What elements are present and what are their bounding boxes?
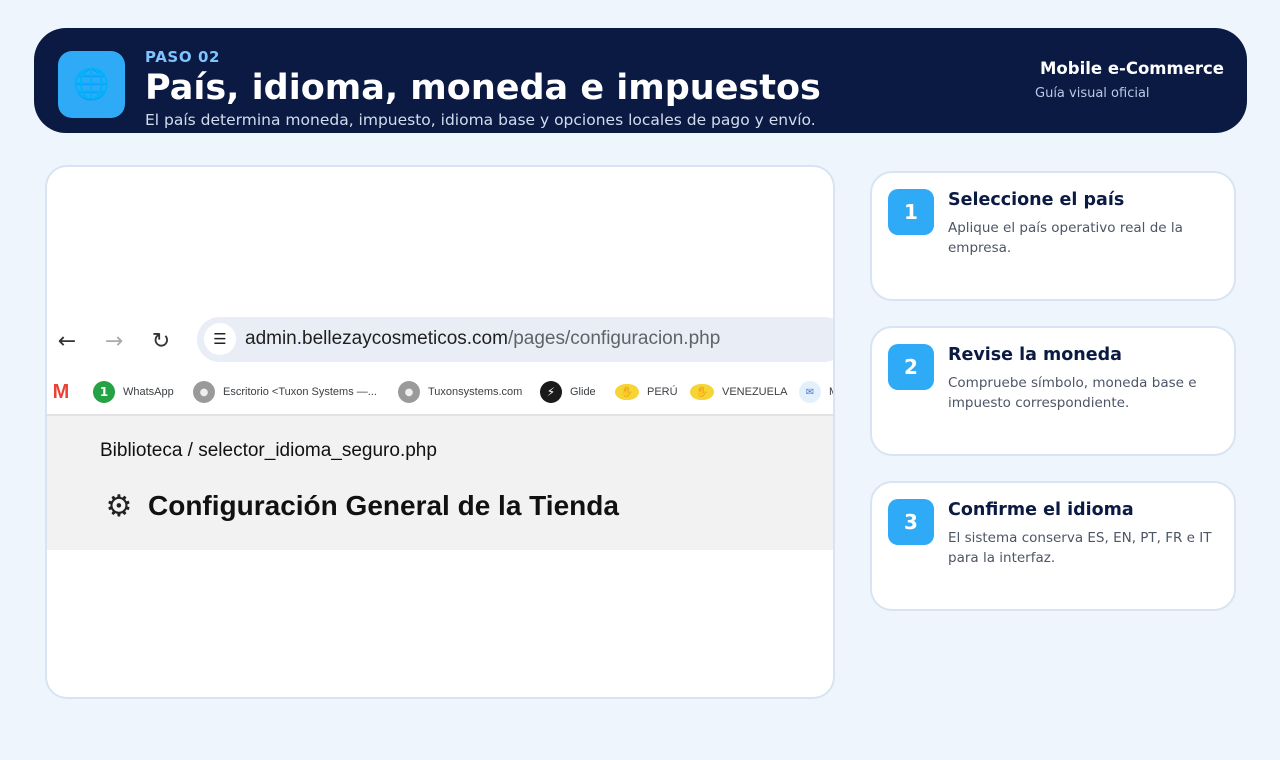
bookmark-label: Escritorio <Tuxon Systems —...	[223, 386, 377, 398]
url-domain: admin.bellezaycosmeticos.com	[245, 328, 508, 349]
bookmark-peru[interactable]: ✋ PERÚ	[615, 380, 678, 404]
back-arrow-icon[interactable]: ←	[54, 328, 80, 354]
step-label: PASO 02	[145, 48, 221, 66]
glide-icon: ⚡	[540, 381, 562, 403]
step-card-2: 2 Revise la moneda Compruebe símbolo, mo…	[870, 326, 1236, 456]
address-bar[interactable]: ☰ admin.bellezaycosmeticos.com/pages/con…	[197, 317, 833, 362]
step-title: Seleccione el país	[948, 190, 1125, 210]
step-number: 1	[888, 189, 934, 235]
reload-icon[interactable]: ↻	[148, 328, 174, 354]
bookmark-label: Glide	[570, 386, 596, 398]
bookmark-label: WhatsApp	[123, 386, 174, 398]
step-title: Confirme el idioma	[948, 500, 1134, 520]
config-title: Configuración General de la Tienda	[148, 490, 619, 521]
bookmark-label: PERÚ	[647, 386, 678, 398]
globe-icon: 🌐	[58, 51, 125, 118]
site-settings-icon[interactable]: ☰	[204, 323, 236, 355]
bookmark-m[interactable]: ✉ M	[799, 380, 833, 404]
forward-arrow-icon[interactable]: →	[101, 328, 127, 354]
page: 🌐 PASO 02 País, idioma, moneda e impuest…	[0, 0, 1280, 760]
bookmark-whatsapp[interactable]: 1 WhatsApp	[93, 380, 174, 404]
mercadolibre-icon: ✋	[615, 384, 639, 400]
screenshot-panel: ← → ↻ ☰ admin.bellezaycosmeticos.com/pag…	[45, 165, 835, 699]
brand-subtitle: Guía visual oficial	[1035, 86, 1150, 101]
bookmarks-bar: M 1 WhatsApp ● Escritorio <Tuxon Systems…	[47, 375, 833, 409]
bookmark-label: Tuxonsystems.com	[428, 386, 523, 398]
breadcrumb: Biblioteca / selector_idioma_seguro.php	[100, 440, 437, 461]
tuxon-icon: ●	[398, 381, 420, 403]
bookmark-tuxonsystems[interactable]: ● Tuxonsystems.com	[398, 380, 522, 404]
whatsapp-icon: 1	[93, 381, 115, 403]
url-path: /pages/configuracion.php	[507, 328, 721, 349]
bookmark-venezuela[interactable]: ✋ VENEZUELA	[690, 380, 787, 404]
browser-toolbar: ← → ↻ ☰ admin.bellezaycosmeticos.com/pag…	[47, 317, 833, 365]
admin-content: Biblioteca / selector_idioma_seguro.php …	[47, 416, 833, 550]
mercadolibre-icon: ✋	[690, 384, 714, 400]
tuxon-icon: ●	[193, 381, 215, 403]
page-title: País, idioma, moneda e impuestos	[145, 68, 821, 108]
brand-name: Mobile e-Commerce	[1040, 59, 1224, 78]
bookmark-label: M	[829, 386, 833, 398]
step-number: 2	[888, 344, 934, 390]
bookmark-label: VENEZUELA	[722, 386, 788, 398]
gmail-icon: M	[52, 380, 70, 403]
bookmark-glide[interactable]: ⚡ Glide	[540, 380, 596, 404]
bookmark-icon: ✉	[799, 381, 821, 403]
step-description: Aplique el país operativo real de la emp…	[948, 220, 1183, 256]
header-banner: 🌐 PASO 02 País, idioma, moneda e impuest…	[34, 28, 1247, 133]
step-description: El sistema conserva ES, EN, PT, FR e IT …	[948, 530, 1212, 566]
gear-icon: ⚙	[105, 489, 133, 524]
bookmark-gmail[interactable]: M	[50, 380, 72, 404]
page-subtitle: El país determina moneda, impuesto, idio…	[145, 111, 816, 129]
step-number: 3	[888, 499, 934, 545]
step-card-1: 1 Seleccione el país Aplique el país ope…	[870, 171, 1236, 301]
step-card-3: 3 Confirme el idioma El sistema conserva…	[870, 481, 1236, 611]
step-title: Revise la moneda	[948, 345, 1122, 365]
bookmark-tuxon-desktop[interactable]: ● Escritorio <Tuxon Systems —...	[193, 380, 377, 404]
step-description: Compruebe símbolo, moneda base e impuest…	[948, 375, 1197, 411]
url-text: admin.bellezaycosmeticos.com/pages/confi…	[245, 328, 720, 350]
